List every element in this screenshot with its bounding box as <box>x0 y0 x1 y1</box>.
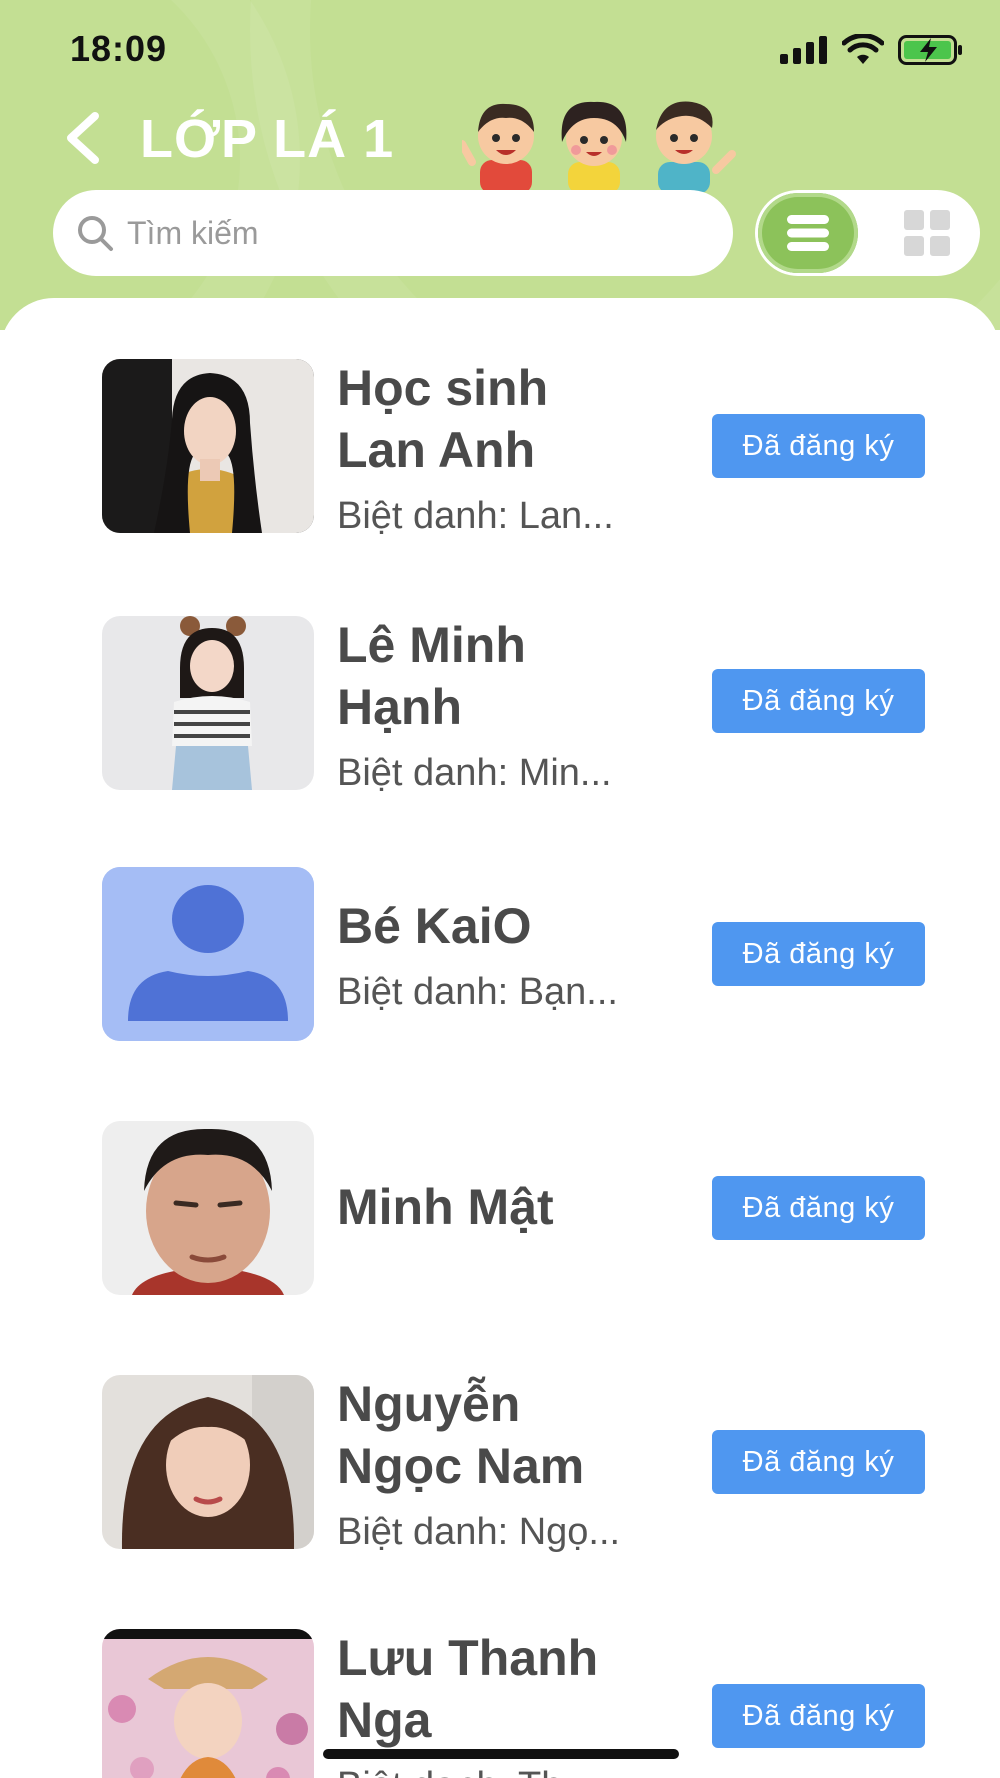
student-nickname: Biệt danh: Bạn... <box>337 971 618 1013</box>
search-input[interactable]: Tìm kiếm <box>53 190 733 276</box>
student-avatar <box>102 1121 314 1295</box>
status-time: 18:09 <box>70 28 168 69</box>
student-row[interactable]: Nguyễn Ngọc Nam Biệt danh: Ngọ... Đã đăn… <box>0 1375 1000 1605</box>
student-avatar <box>102 1629 314 1778</box>
registered-button[interactable]: Đã đăng ký <box>712 1430 925 1494</box>
student-avatar <box>102 359 314 533</box>
page-title: LỚP LÁ 1 <box>140 109 395 169</box>
student-nickname: Biệt danh: Min... <box>337 752 612 794</box>
student-row[interactable]: Lê Minh Hạnh Biệt danh: Min... Đã đăng k… <box>0 616 1000 846</box>
list-icon <box>787 215 829 251</box>
student-name: Minh Mật <box>337 1179 554 1235</box>
grid-view-button[interactable] <box>904 210 950 256</box>
student-row[interactable]: Bé KaiO Biệt danh: Bạn... Đã đăng ký <box>0 867 1000 1097</box>
registered-button[interactable]: Đã đăng ký <box>712 1684 925 1748</box>
back-button[interactable] <box>58 108 108 168</box>
student-nickname: Biệt danh: Lan... <box>337 495 614 537</box>
student-nickname: Biệt danh: Ngọ... <box>337 1511 621 1553</box>
student-name: Nguyễn Ngọc Nam <box>337 1376 585 1494</box>
student-avatar <box>102 867 314 1041</box>
grid-icon-cell <box>930 210 950 230</box>
grid-icon-cell <box>904 236 924 256</box>
student-avatar <box>102 1375 314 1549</box>
signal-icon <box>780 36 827 64</box>
student-name: Học sinh Lan Anh <box>337 360 549 478</box>
student-avatar <box>102 616 314 790</box>
registered-button[interactable]: Đã đăng ký <box>712 414 925 478</box>
grid-icon-cell <box>930 236 950 256</box>
student-nickname: Biệt danh: Th... <box>337 1765 697 1778</box>
person-placeholder-icon <box>102 867 314 1041</box>
search-placeholder: Tìm kiếm <box>127 214 259 251</box>
student-name: Lê Minh Hạnh <box>337 617 526 735</box>
student-row[interactable]: Minh Mật Đã đăng ký <box>0 1121 1000 1351</box>
kids-illustration <box>462 101 736 192</box>
wifi-icon <box>842 34 884 64</box>
student-row[interactable]: Học sinh Lan Anh Biệt danh: Lan... Đã đă… <box>0 359 1000 589</box>
battery-charging-icon <box>898 35 962 65</box>
view-toggle <box>755 190 980 276</box>
registered-button[interactable]: Đã đăng ký <box>712 1176 925 1240</box>
registered-button[interactable]: Đã đăng ký <box>712 922 925 986</box>
student-name: Bé KaiO <box>337 898 532 954</box>
home-indicator <box>323 1749 679 1759</box>
screen: 18:09 LỚP LÁ 1 Tìm kiếm Học sinh Lan Anh… <box>0 0 1000 1778</box>
chevron-left-icon <box>67 112 99 164</box>
list-view-button[interactable] <box>758 193 858 273</box>
grid-icon-cell <box>904 210 924 230</box>
registered-button[interactable]: Đã đăng ký <box>712 669 925 733</box>
student-name: Lưu Thanh Nga <box>337 1630 599 1748</box>
status-icons <box>780 30 964 70</box>
search-icon <box>78 216 113 251</box>
